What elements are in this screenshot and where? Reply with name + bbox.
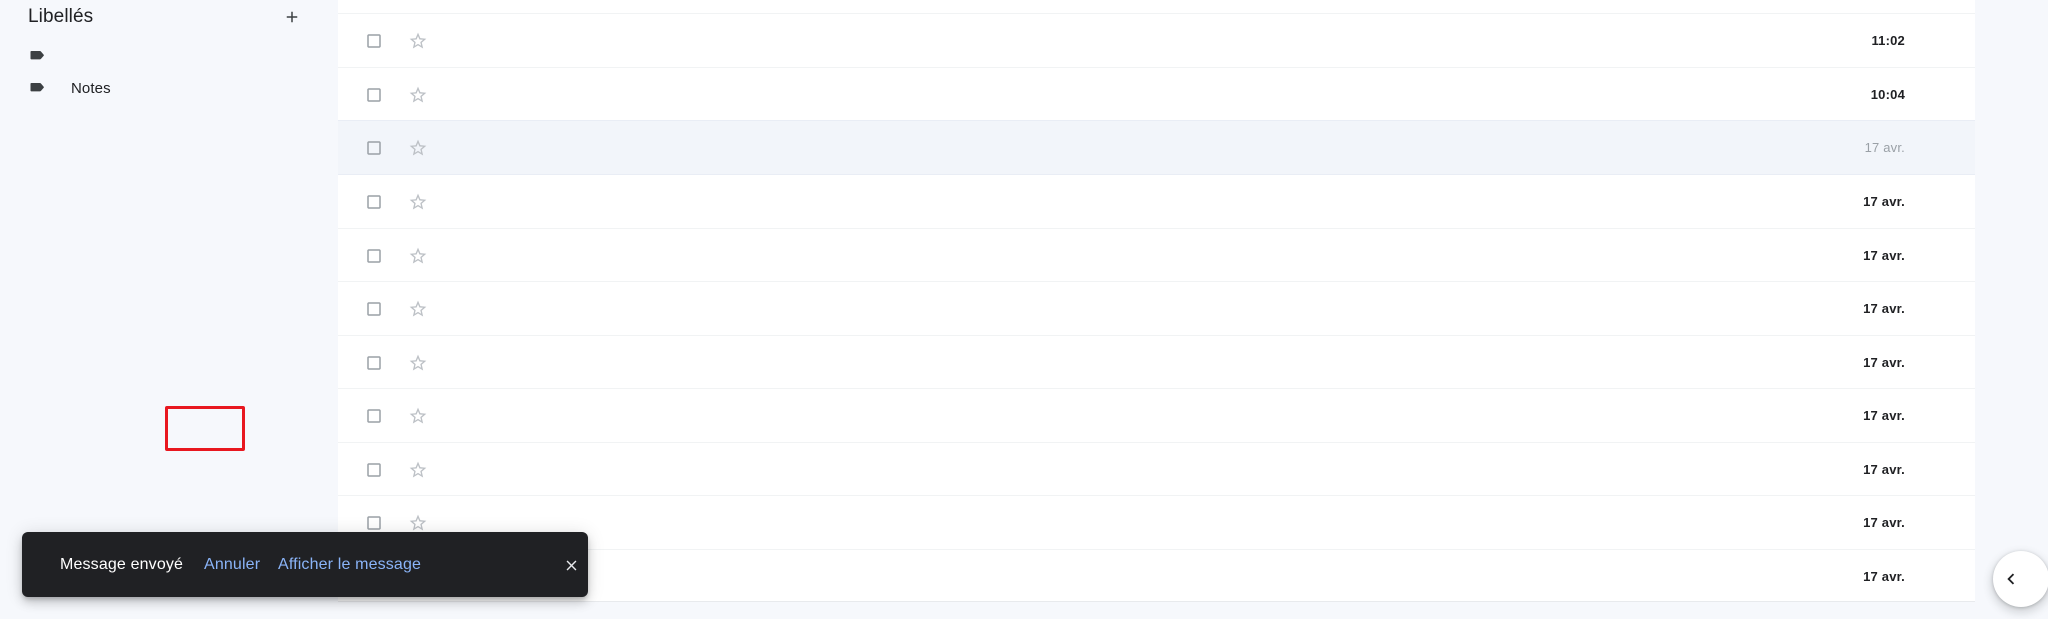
close-icon — [566, 560, 576, 570]
checkbox-unchecked-icon — [367, 408, 381, 423]
select-mail-checkbox[interactable] — [350, 300, 398, 318]
mail-date: 10:04 — [1870, 87, 1905, 102]
star-mail-button[interactable] — [398, 460, 438, 480]
mail-row[interactable]: 17 avr. — [338, 442, 1975, 496]
mail-row[interactable]: 11:02 — [338, 13, 1975, 67]
mail-row[interactable]: 17 avr. — [338, 228, 1975, 282]
star-mail-button[interactable] — [398, 138, 438, 158]
view-message-button[interactable]: Afficher le message — [256, 532, 443, 597]
checkbox-unchecked-icon — [367, 355, 381, 370]
star-outline-icon — [409, 407, 427, 423]
plus-icon — [286, 11, 298, 23]
mail-date: 17 avr. — [1863, 515, 1905, 530]
mail-row[interactable]: 10:04 — [338, 67, 1975, 121]
mail-row[interactable]: 17 avr. — [338, 174, 1975, 228]
toast-message-text: Message envoyé — [60, 555, 184, 573]
star-mail-button[interactable] — [398, 513, 438, 533]
star-mail-button[interactable] — [398, 406, 438, 426]
mail-date: 17 avr. — [1864, 140, 1905, 155]
select-mail-checkbox[interactable] — [350, 514, 398, 532]
mail-row[interactable]: 17 avr. — [338, 335, 1975, 389]
mail-date: 11:02 — [1871, 33, 1905, 48]
sidebar-label-text-notes: Notes — [71, 79, 111, 97]
checkbox-unchecked-icon — [367, 33, 381, 48]
sidebar-label-item-0[interactable] — [0, 39, 320, 73]
checkbox-unchecked-icon — [367, 248, 381, 263]
star-outline-icon — [409, 32, 427, 48]
sidebar-label-item-notes[interactable]: Notes — [0, 71, 320, 105]
mail-date: 17 avr. — [1863, 194, 1905, 209]
mail-list-footer — [338, 601, 1975, 619]
mail-date: 17 avr. — [1863, 248, 1905, 263]
mail-row[interactable]: 17 avr. — [338, 120, 1975, 174]
close-toast-button[interactable] — [556, 550, 586, 580]
star-mail-button[interactable] — [398, 299, 438, 319]
label-tag-icon — [30, 83, 44, 92]
chevron-left-icon — [2007, 573, 2015, 585]
star-outline-icon — [409, 300, 427, 316]
select-mail-checkbox[interactable] — [350, 354, 398, 372]
mail-row[interactable]: 17 avr. — [338, 281, 1975, 335]
sidebar-labels-panel: Libellés Notes — [0, 0, 338, 619]
mail-date: 17 avr. — [1863, 301, 1905, 316]
star-outline-icon — [409, 247, 427, 263]
star-outline-icon — [409, 514, 427, 530]
select-mail-checkbox[interactable] — [350, 193, 398, 211]
create-label-button[interactable] — [278, 3, 306, 31]
star-mail-button[interactable] — [398, 85, 438, 105]
star-outline-icon — [409, 354, 427, 370]
checkbox-unchecked-icon — [367, 140, 381, 155]
mail-thread-list[interactable]: 11:02 10:04 17 avr. 17 avr. 17 avr. 17 avr. 17… — [338, 0, 1975, 619]
select-mail-checkbox[interactable] — [350, 32, 398, 50]
checkbox-unchecked-icon — [367, 194, 381, 209]
star-mail-button[interactable] — [398, 31, 438, 51]
right-gutter — [1975, 0, 2048, 619]
select-mail-checkbox[interactable] — [350, 407, 398, 425]
checkbox-unchecked-icon — [367, 515, 381, 530]
star-mail-button[interactable] — [398, 192, 438, 212]
star-mail-button[interactable] — [398, 246, 438, 266]
previous-pane-button[interactable] — [1993, 551, 2048, 607]
checkbox-unchecked-icon — [367, 462, 381, 477]
checkbox-unchecked-icon — [367, 87, 381, 102]
snackbar-toast: Message envoyé Annuler Afficher le messa… — [22, 532, 588, 597]
select-mail-checkbox[interactable] — [350, 139, 398, 157]
star-outline-icon — [409, 461, 427, 477]
star-outline-icon — [409, 86, 427, 102]
mail-row[interactable]: 17 avr. — [338, 388, 1975, 442]
labels-section-title: Libellés — [28, 6, 94, 27]
checkbox-unchecked-icon — [367, 301, 381, 316]
star-mail-button[interactable] — [398, 353, 438, 373]
star-outline-icon — [409, 139, 427, 155]
label-tag-icon — [30, 51, 44, 60]
mail-date: 17 avr. — [1863, 355, 1905, 370]
select-mail-checkbox[interactable] — [350, 247, 398, 265]
gmail-app-window: Libellés Notes 11:02 10:04 17 avr. 17 avr. 1… — [0, 0, 2048, 619]
mail-date: 17 avr. — [1863, 569, 1905, 584]
select-mail-checkbox[interactable] — [350, 86, 398, 104]
mail-date: 17 avr. — [1863, 408, 1905, 423]
star-outline-icon — [409, 193, 427, 209]
mail-date: 17 avr. — [1863, 462, 1905, 477]
select-mail-checkbox[interactable] — [350, 461, 398, 479]
